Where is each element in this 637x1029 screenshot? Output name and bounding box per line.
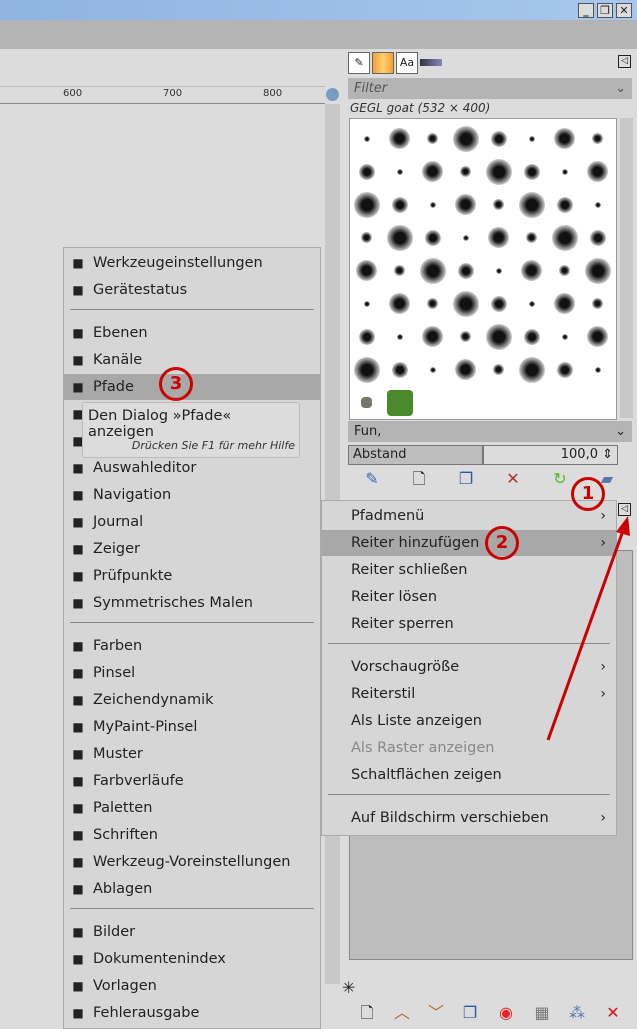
annotation-arrow [546, 516, 630, 741]
